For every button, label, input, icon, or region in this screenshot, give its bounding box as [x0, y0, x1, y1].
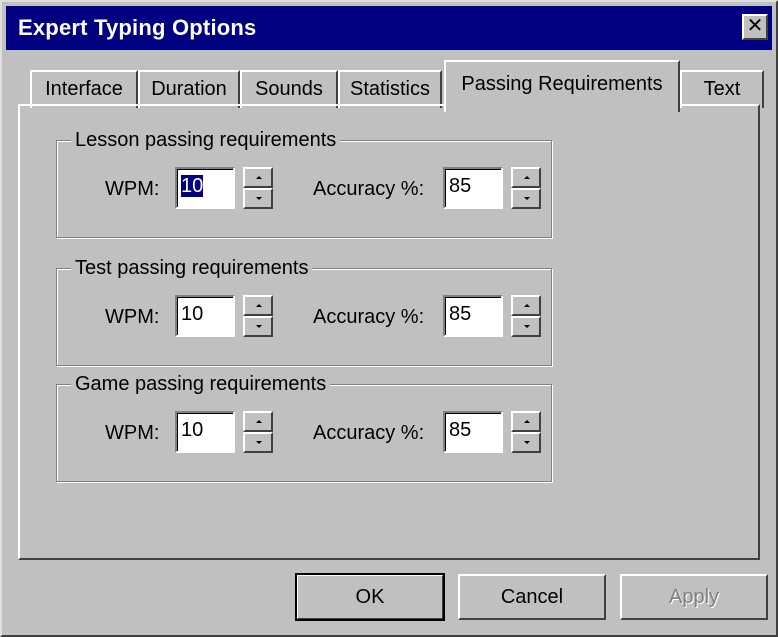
game-wpm-spinner[interactable]	[243, 411, 273, 453]
arrow-up-icon	[256, 304, 262, 307]
arrow-up-icon	[256, 176, 262, 179]
arrow-down-icon	[256, 441, 262, 444]
field-value: 85	[449, 419, 472, 441]
button-label: Cancel	[500, 586, 564, 608]
ok-button[interactable]: OK	[295, 573, 445, 621]
field-value: 85	[449, 175, 472, 197]
group-legend: Game passing requirements	[71, 372, 331, 396]
arrow-down-icon	[524, 441, 530, 444]
button-label: OK	[355, 586, 385, 608]
lesson-wpm-spinner[interactable]	[243, 167, 273, 209]
field-value: 10	[181, 419, 204, 441]
arrow-up-icon	[524, 304, 530, 307]
spin-down-button[interactable]	[511, 316, 541, 337]
tab-label: Duration	[151, 78, 227, 100]
test-accuracy-field[interactable]: 85	[443, 295, 503, 337]
game-accuracy-spinner[interactable]	[511, 411, 541, 453]
spin-up-button[interactable]	[511, 295, 541, 316]
arrow-down-icon	[256, 325, 262, 328]
close-button[interactable]: ✕	[742, 14, 768, 40]
tab-label: Passing Requirements	[461, 73, 663, 95]
tab-interface[interactable]: Interface	[30, 70, 138, 108]
game-wpm-field[interactable]: 10	[175, 411, 235, 453]
spin-down-button[interactable]	[243, 316, 273, 337]
field-value: 10	[181, 303, 204, 325]
spin-up-button[interactable]	[243, 167, 273, 188]
group-legend: Lesson passing requirements	[71, 128, 341, 152]
arrow-up-icon	[524, 176, 530, 179]
apply-button: Apply	[620, 574, 768, 620]
spin-down-button[interactable]	[511, 188, 541, 209]
window-title: Expert Typing Options	[18, 15, 257, 40]
arrow-down-icon	[524, 325, 530, 328]
wpm-label: WPM:	[105, 306, 160, 328]
tab-label: Interface	[45, 78, 123, 100]
arrow-up-icon	[524, 420, 530, 423]
tab-sounds[interactable]: Sounds	[240, 70, 338, 108]
field-value: 85	[449, 303, 472, 325]
test-wpm-field[interactable]: 10	[175, 295, 235, 337]
accuracy-label: Accuracy %:	[313, 422, 425, 444]
wpm-label: WPM:	[105, 422, 160, 444]
test-requirements-group: Test passing requirements WPM: 10 Accura…	[56, 256, 552, 366]
tab-label: Sounds	[255, 78, 323, 100]
spin-down-button[interactable]	[243, 188, 273, 209]
tab-passing-requirements[interactable]: Passing Requirements	[444, 60, 680, 112]
tab-statistics[interactable]: Statistics	[338, 70, 442, 108]
lesson-accuracy-spinner[interactable]	[511, 167, 541, 209]
tab-text[interactable]: Text	[680, 70, 764, 108]
spin-up-button[interactable]	[243, 411, 273, 432]
button-label: Apply	[668, 586, 720, 608]
wpm-label: WPM:	[105, 178, 160, 200]
title-bar[interactable]: Expert Typing Options ✕	[6, 6, 772, 50]
field-value: 10	[181, 175, 204, 197]
lesson-requirements-group: Lesson passing requirements WPM: 10 Accu…	[56, 128, 552, 238]
accuracy-label: Accuracy %:	[313, 306, 425, 328]
accuracy-label: Accuracy %:	[313, 178, 425, 200]
cancel-button[interactable]: Cancel	[458, 574, 606, 620]
test-wpm-spinner[interactable]	[243, 295, 273, 337]
spin-up-button[interactable]	[511, 167, 541, 188]
spin-up-button[interactable]	[243, 295, 273, 316]
arrow-down-icon	[256, 197, 262, 200]
tab-label: Statistics	[349, 78, 431, 100]
spin-up-button[interactable]	[511, 411, 541, 432]
arrow-up-icon	[256, 420, 262, 423]
lesson-wpm-field[interactable]: 10	[175, 167, 235, 209]
arrow-down-icon	[524, 197, 530, 200]
lesson-accuracy-field[interactable]: 85	[443, 167, 503, 209]
game-accuracy-field[interactable]: 85	[443, 411, 503, 453]
spin-down-button[interactable]	[243, 432, 273, 453]
close-icon: ✕	[746, 15, 764, 37]
spin-down-button[interactable]	[511, 432, 541, 453]
game-requirements-group: Game passing requirements WPM: 10 Accura…	[56, 372, 552, 482]
tab-label: Text	[703, 78, 741, 100]
group-legend: Test passing requirements	[71, 256, 313, 280]
tab-duration[interactable]: Duration	[138, 70, 240, 108]
test-accuracy-spinner[interactable]	[511, 295, 541, 337]
